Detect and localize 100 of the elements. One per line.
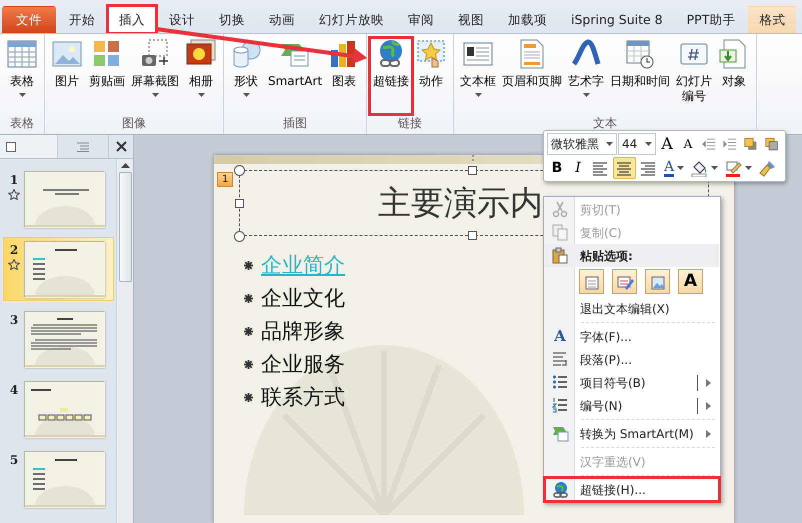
ribbon-button[interactable]: 形状 — [227, 38, 265, 114]
caret-icon — [711, 166, 718, 170]
align-left-icon — [592, 160, 609, 176]
bullet-icon — [244, 326, 253, 336]
ribbon-button[interactable]: 文本框 — [457, 38, 500, 114]
slide-number: 2 — [10, 242, 18, 259]
caret-icon — [645, 142, 652, 146]
outline-icon — [76, 142, 89, 152]
scroll-thumb[interactable] — [118, 172, 132, 282]
ribbon-button[interactable]: 相册 — [182, 38, 220, 114]
ribbon-tab[interactable]: 设计 — [158, 6, 206, 33]
slide-number: 4 — [10, 382, 18, 399]
menu-item[interactable]: 段落(P)... — [545, 348, 719, 371]
submenu-arrow-icon — [706, 402, 711, 410]
resize-handle[interactable] — [234, 165, 245, 176]
ribbon-button[interactable]: 表格 — [3, 38, 41, 114]
ribbon-tab[interactable]: 动画 — [258, 6, 306, 33]
resize-handle[interactable] — [234, 231, 245, 242]
paragraph-icon — [552, 351, 568, 368]
slide-icon — [6, 142, 16, 152]
caret-icon — [745, 166, 752, 170]
resize-handle[interactable] — [235, 199, 244, 208]
ribbon-button[interactable]: SmartArt — [265, 38, 326, 114]
align-center-button[interactable] — [613, 157, 636, 179]
slide-number: 5 — [10, 452, 18, 469]
menu-item[interactable]: 超链接(H)... — [545, 478, 719, 501]
size-select[interactable]: 44 — [618, 133, 656, 155]
send-backward-icon — [765, 136, 779, 152]
grow-font-button[interactable]: A — [657, 133, 677, 155]
slides-tab[interactable] — [0, 135, 58, 158]
animation-badge: 1 — [217, 172, 234, 187]
ribbon-tab[interactable]: 加载项 — [497, 6, 558, 33]
globe-icon — [552, 481, 568, 498]
bullet-icon — [244, 392, 253, 402]
ribbon-tab[interactable]: 视图 — [447, 6, 495, 33]
group-label: 插图 — [282, 115, 308, 132]
paint-bucket-icon — [691, 160, 708, 176]
ribbon-tab[interactable]: iSpring Suite 8 — [560, 6, 674, 33]
ribbon-button[interactable]: 动作 — [412, 38, 450, 114]
font-select[interactable]: 微软雅黑 — [547, 133, 618, 155]
slide-thumbnail-item[interactable]: 2 — [3, 237, 114, 301]
ribbon-button[interactable]: 幻灯片编号 — [673, 38, 716, 114]
resize-handle[interactable] — [468, 166, 477, 175]
shrink-font-button[interactable]: A — [678, 133, 698, 155]
submenu-arrow-icon — [706, 378, 711, 386]
submenu-arrow-icon — [706, 430, 711, 438]
ribbon-button[interactable]: 图片 — [48, 38, 86, 114]
ribbon-button[interactable]: 对象 — [715, 38, 754, 114]
group-label: 表格 — [9, 115, 35, 132]
brush-icon — [759, 160, 776, 176]
resize-handle[interactable] — [468, 231, 477, 240]
ribbon-button[interactable]: 日期和时间 — [607, 38, 674, 114]
outdent-icon — [702, 136, 716, 152]
scrollbar[interactable] — [116, 159, 133, 523]
menu-section-header: 粘贴选项: — [545, 244, 719, 267]
ribbon-tab[interactable]: 审阅 — [397, 6, 445, 33]
paste-option-button[interactable]: A — [678, 269, 703, 294]
table-icon — [6, 38, 38, 70]
caret-icon — [606, 142, 614, 146]
ribbon-tab[interactable]: 幻灯片放映 — [308, 6, 395, 33]
scissors-icon — [552, 201, 568, 218]
bullet-text: 品牌形象 — [261, 318, 345, 345]
ribbon-button[interactable]: 超链接 — [370, 38, 412, 114]
paste-option-button[interactable] — [579, 269, 604, 294]
scroll-up-icon — [120, 163, 130, 168]
clipboard-icon — [552, 247, 568, 264]
group-label: 文本 — [592, 115, 618, 132]
close-icon — [116, 141, 126, 152]
ribbon-tab[interactable]: 格式 — [748, 6, 796, 33]
calendar-icon — [624, 38, 656, 70]
paste-option-button[interactable] — [645, 269, 670, 294]
indent-icon — [723, 136, 737, 152]
ribbon-tab[interactable]: 切换 — [208, 6, 256, 33]
slide-title: 主要演示内 — [378, 182, 543, 224]
file-tab[interactable]: 文件 — [2, 6, 56, 33]
ribbon-button[interactable]: 剪贴画 — [86, 38, 128, 114]
align-right-icon — [640, 160, 657, 176]
ribbon-button[interactable]: 页眉和页脚 — [499, 38, 566, 114]
menu-item[interactable]: 编号(N) — [545, 394, 719, 417]
ribbon-button[interactable]: 艺术字 — [565, 38, 608, 114]
ribbon-tab[interactable]: PPT助手 — [676, 6, 746, 33]
menu-item[interactable]: A 字体(F)... — [545, 325, 719, 348]
caret-icon — [677, 166, 684, 170]
group-label: 链接 — [397, 115, 424, 132]
slide-number: 3 — [10, 312, 18, 329]
bullet-icon — [244, 360, 253, 368]
group-label: 图像 — [121, 115, 147, 132]
menu-item[interactable]: 项目符号(B) — [545, 371, 719, 394]
bullet-text: 企业文化 — [261, 285, 345, 312]
ribbon-tab[interactable]: 插入 — [108, 6, 156, 33]
numbered-list-icon — [552, 397, 568, 414]
bullet-text: 企业服务 — [261, 351, 345, 378]
menu-item[interactable]: 退出文本编辑(X) — [545, 297, 719, 320]
bullet-text: 联系方式 — [261, 384, 345, 411]
ribbon-tab[interactable]: 开始 — [58, 6, 106, 33]
menu-item[interactable]: 转换为 SmartArt(M) — [545, 422, 719, 445]
ribbon-button[interactable]: 屏幕截图 — [128, 38, 182, 114]
paste-option-button[interactable] — [612, 269, 637, 294]
bring-forward-icon — [744, 136, 758, 152]
bullet-icon — [244, 260, 253, 270]
